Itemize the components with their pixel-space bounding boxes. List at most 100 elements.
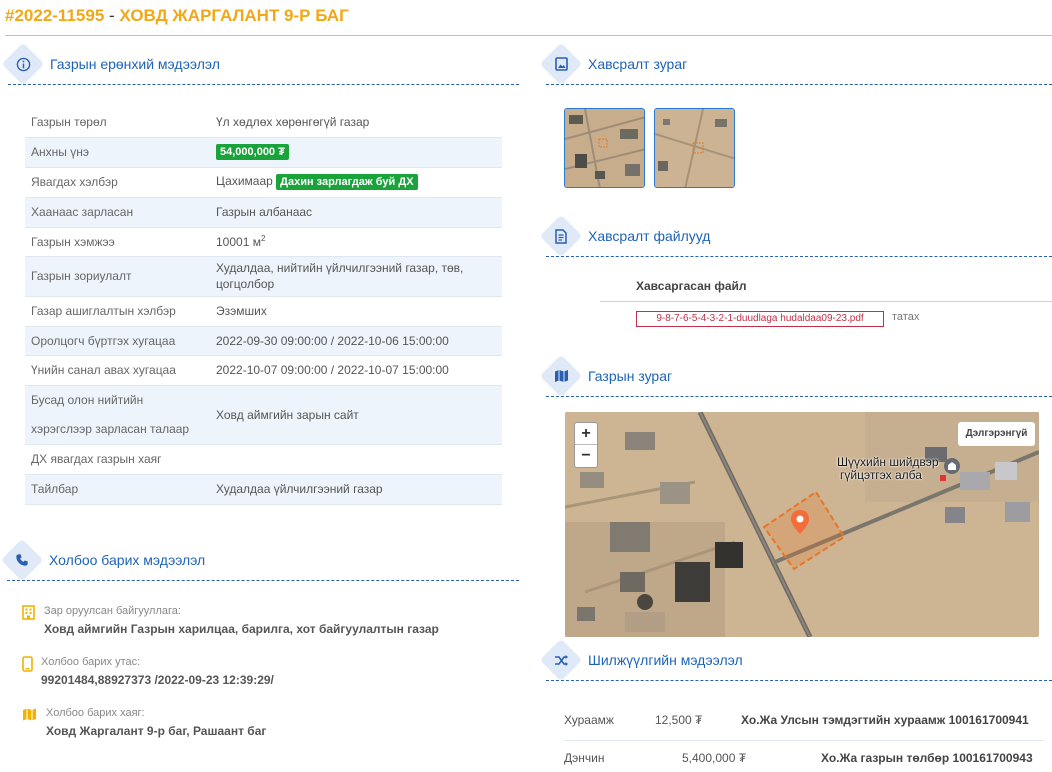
contact-label: Холбоо барих утас: (41, 656, 141, 668)
table-row: Тайлбар Худалдаа үйлчилгээний газар (25, 474, 502, 505)
transfer-row: Хураамж 12,500 ₮ Хо.Жа Улсын тэмдэгтийн … (564, 713, 1052, 733)
poi-line-2: гүйцэтгэх алба (840, 468, 922, 482)
section-divider (546, 680, 1052, 681)
table-row: Бусад олон нийтийн хэрэгслээр зарласан т… (25, 385, 502, 445)
table-row: Газар ашиглалтын хэлбэр Эзэмших (25, 296, 502, 327)
shuffle-icon (546, 645, 576, 675)
table-row: Газрын төрөл Үл хөдлөх хөрөнгөгүй газар (25, 108, 502, 138)
area-unit-sup: 2 (260, 234, 266, 243)
section-title: Хавсралт зураг (588, 56, 688, 72)
transfer-description: Хо.Жа Улсын тэмдэгтийн хураамж 100161700… (741, 713, 1029, 727)
section-divider (546, 396, 1052, 397)
section-divider (7, 580, 519, 581)
row-key: Газрын хэмжээ (25, 227, 210, 257)
row-key: Үнийн санал авах хугацаа (25, 355, 210, 386)
image-icon (546, 49, 576, 79)
row-key: Газрын төрөл (25, 108, 210, 138)
table-row: Газрын хэмжээ 10001 м2 (25, 227, 502, 257)
table-row: Явагдах хэлбэр Цахимаар Дахин зарлагдаж … (25, 167, 502, 198)
column-header: Хавсаргасан файл (636, 279, 747, 293)
general-info-header: Газрын ерөнхий мэдээлэл (1, 42, 519, 86)
transfer-key: Дэнчин (564, 751, 605, 765)
contact-item: Холбоо барих хаяг: Ховд Жаргалант 9-р ба… (22, 707, 502, 743)
row-key: Бусад олон нийтийн хэрэгслээр зарласан т… (25, 385, 210, 445)
map-details-button[interactable]: Дэлгэрэнгүй (958, 422, 1035, 446)
table-row: Хаанаас зарласан Газрын албанаас (25, 197, 502, 228)
download-link[interactable]: татах (892, 311, 919, 323)
table-row: ДХ явагдах газрын хаяг (25, 444, 502, 475)
attached-image-thumbnail[interactable] (654, 108, 735, 188)
contact-header: Холбоо барих мэдээлэл (0, 538, 519, 582)
row-value: 2022-09-30 09:00:00 / 2022-10-06 15:00:0… (210, 326, 502, 356)
title-separator: - (109, 6, 115, 25)
info-icon (8, 49, 38, 79)
price-badge: 54,000,000 ₮ (216, 144, 289, 160)
files-table: Хавсаргасан файл 9-8-7-6-5-4-3-2-1-duudl… (600, 270, 1052, 334)
transfer-description: Хо.Жа газрын төлбөр 100161700943 (821, 751, 1033, 765)
row-key: Явагдах хэлбэр (25, 167, 210, 198)
row-key: Хаанаас зарласан (25, 197, 210, 228)
section-title: Шилжүүлгийн мэдээлэл (588, 652, 743, 668)
transfer-amount: 12,500 ₮ (655, 713, 703, 727)
row-value: 10001 м2 (210, 227, 502, 257)
row-value (210, 444, 502, 475)
section-divider (546, 256, 1052, 257)
row-key: Оролцогч бүртгэх хугацаа (25, 326, 210, 356)
section-title: Газрын зураг (588, 368, 673, 384)
transfer-row: Дэнчин 5,400,000 ₮ Хо.Жа газрын төлбөр 1… (564, 751, 1052, 771)
section-title: Холбоо барих мэдээлэл (49, 552, 206, 568)
contact-label: Холбоо барих хаяг: (46, 707, 145, 719)
images-header: Хавсралт зураг (539, 42, 1052, 86)
section-divider (546, 84, 1052, 85)
section-title: Газрын ерөнхий мэдээлэл (50, 56, 220, 72)
row-value: 54,000,000 ₮ (210, 137, 502, 168)
table-row: Оролцогч бүртгэх хугацаа 2022-09-30 09:0… (25, 326, 502, 356)
row-key: Анхны үнэ (25, 137, 210, 168)
page-title: #2022-11595 - ХОВД ЖАРГАЛАНТ 9-Р БАГ (5, 6, 1052, 26)
contact-item: Зар оруулсан байгууллага: Ховд аймгийн Г… (22, 605, 502, 641)
area-value: 10001 м (216, 235, 261, 249)
phone-icon (7, 545, 37, 575)
listing-name: ХОВД ЖАРГАЛАНТ 9-Р БАГ (119, 6, 349, 25)
map-zoom-control: + − (574, 422, 598, 468)
transfer-amount: 5,400,000 ₮ (682, 751, 747, 765)
row-value: Ховд аймгийн зарын сайт (210, 385, 502, 445)
file-icon (546, 221, 576, 251)
row-value: Үл хөдлөх хөрөнгөгүй газар (210, 108, 502, 138)
mode-value: Цахимаар (216, 174, 273, 188)
attached-image-thumbnail[interactable] (564, 108, 645, 188)
land-map[interactable]: + − Дэлгэрэнгүй Шүүхийн шийдвэр гүйцэтгэ… (565, 412, 1039, 637)
table-row: Газрын зориулалт Худалдаа, нийтийн үйлчи… (25, 256, 502, 297)
general-info-table: Газрын төрөл Үл хөдлөх хөрөнгөгүй газар … (25, 108, 502, 505)
row-divider (564, 740, 1044, 741)
phone-icon (22, 656, 33, 675)
status-badge: Дахин зарлагдаж буй ДХ (276, 174, 418, 190)
section-divider (8, 84, 519, 85)
row-key: ДХ явагдах газрын хаяг (25, 444, 210, 475)
page-header: #2022-11595 - ХОВД ЖАРГАЛАНТ 9-Р БАГ (5, 6, 1052, 36)
contact-value: Ховд аймгийн Газрын харилцаа, барилга, х… (44, 622, 439, 636)
row-value: 2022-10-07 09:00:00 / 2022-10-07 15:00:0… (210, 355, 502, 386)
row-value: Эзэмших (210, 296, 502, 327)
map-poi-label: Шүүхийн шийдвэр гүйцэтгэх алба (837, 456, 939, 482)
table-row: Үнийн санал авах хугацаа 2022-10-07 09:0… (25, 355, 502, 386)
transfer-key: Хураамж (564, 713, 614, 727)
zoom-out-button[interactable]: − (575, 445, 597, 467)
contact-label: Зар оруулсан байгууллага: (44, 605, 181, 617)
table-row: Анхны үнэ 54,000,000 ₮ (25, 137, 502, 168)
header-divider (600, 301, 1052, 302)
contact-value: Ховд Жаргалант 9-р баг, Рашаант баг (46, 724, 267, 738)
row-value: Худалдаа үйлчилгээний газар (210, 474, 502, 505)
contact-value: 99201484,88927373 /2022-09-23 12:39:29/ (41, 673, 274, 687)
map-icon (22, 707, 37, 725)
zoom-in-button[interactable]: + (575, 423, 597, 445)
listing-code: #2022-11595 (5, 6, 105, 25)
row-key: Газар ашиглалтын хэлбэр (25, 296, 210, 327)
row-key: Газрын зориулалт (25, 256, 210, 297)
file-link[interactable]: 9-8-7-6-5-4-3-2-1-duudlaga hudaldaa09-23… (636, 311, 884, 327)
row-value: Газрын албанаас (210, 197, 502, 228)
row-key: Тайлбар (25, 474, 210, 505)
map-header: Газрын зураг (539, 354, 1052, 398)
files-header: Хавсралт файлууд (539, 214, 1052, 258)
map-icon (546, 361, 576, 391)
